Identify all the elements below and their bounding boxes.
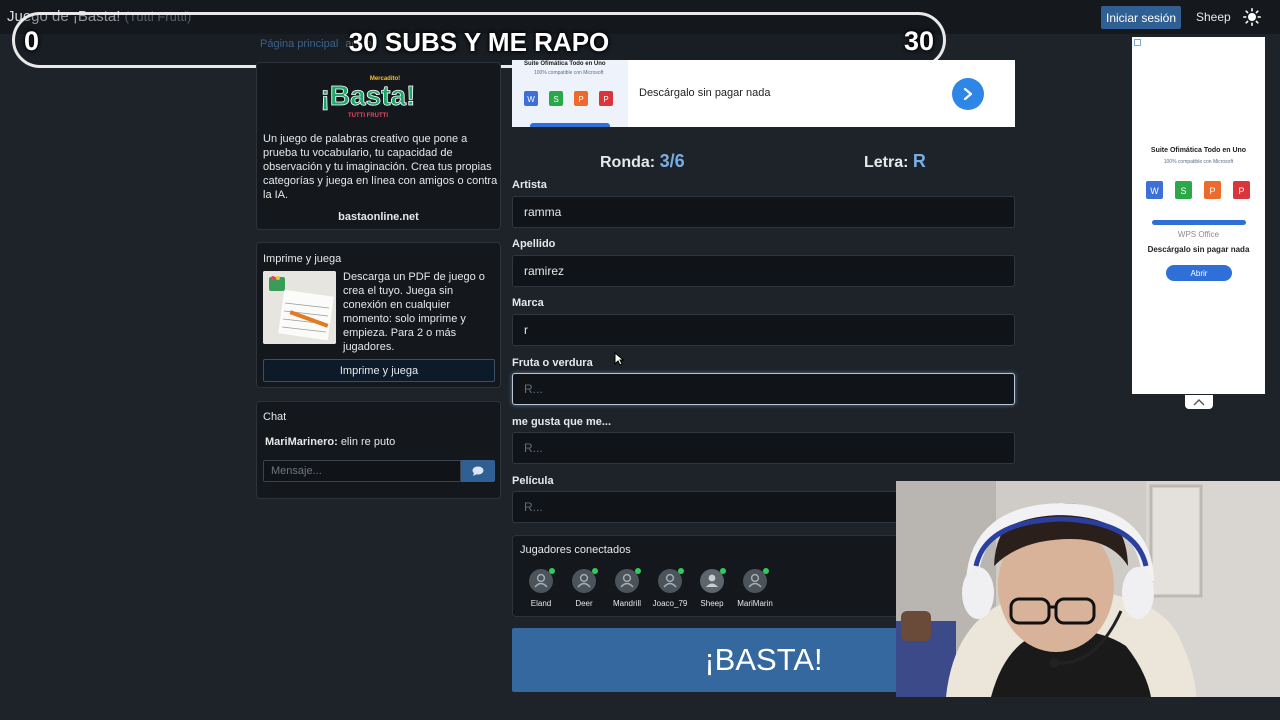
subs-goal-text: 30 SUBS Y ME RAPO [348,27,610,57]
category-label-apellido: Apellido [512,238,556,250]
player-name: Joaco_79 [652,599,688,608]
svg-text:¡Basta!: ¡Basta! [321,80,416,111]
category-input-artista[interactable] [512,196,1015,228]
ad-right-brand: WPS Office [1177,230,1220,239]
subs-goal-count: 30 [903,26,934,56]
round-indicator: Ronda: 3/6 [600,151,685,172]
ad-banner-right[interactable]: Suite Ofimática Todo en Uno 100% compati… [1132,37,1265,394]
chat-heading: Chat [263,411,287,423]
ad-right-title: Suite Ofimática Todo en Uno [1150,147,1247,154]
category-input-fruta[interactable] [512,373,1015,405]
office-apps-icon: W S P P [1146,181,1250,199]
svg-text:P: P [1209,186,1215,196]
player-item[interactable]: Deer [562,568,606,608]
round-value: 3/6 [659,151,685,171]
webcam-video-image [896,481,1280,697]
svg-text:P: P [1238,186,1244,196]
user-avatar-icon [572,568,598,593]
chat-bubble-icon [472,466,484,476]
player-item[interactable]: MariMarin [733,568,777,608]
ad-office-strip: Suite Ofimática Todo en Uno 100% compati… [512,60,628,127]
chat-input[interactable] [263,460,461,482]
online-status-dot [763,568,769,574]
ad-right-progress [1152,220,1246,225]
user-avatar-icon [658,568,684,593]
ad-top-text: Descárgalo sin pagar nada [639,87,771,99]
svg-text:P: P [578,95,583,104]
ad-top-arrow-button[interactable] [952,78,984,110]
chat-card: Chat MariMarinero: elin re puto [256,401,501,499]
online-status-dot [720,568,726,574]
chat-message: MariMarinero: elin re puto [265,436,395,448]
letter-label: Letra: [864,154,909,171]
basta-logo: Mercadito! ¡Basta! TUTTI FRUTTI [320,76,416,119]
category-label-artista: Artista [512,179,547,191]
letter-value: R [912,151,926,171]
online-status-dot [678,568,684,574]
print-description: Descarga un PDF de juego o crea el tuyo.… [343,271,485,353]
site-link[interactable]: bastaonline.net [257,211,500,223]
ad-right-text: Descárgalo sin pagar nada [1147,245,1250,254]
online-status-dot [635,568,641,574]
ad-banner-top[interactable]: Suite Ofimática Todo en Uno 100% compati… [512,60,1015,127]
player-item[interactable]: Joaco_79 [648,568,692,608]
print-preview-image[interactable] [263,271,336,344]
login-button[interactable]: Iniciar sesión [1101,6,1181,29]
category-label-me-gusta: me gusta que me... [512,416,612,428]
player-name: Mandrill [612,599,641,608]
player-name: Sheep [700,599,724,608]
ad-right-subtitle: 100% compatible con Microsoft [1163,159,1234,165]
category-input-me-gusta[interactable] [512,432,1015,464]
player-name: Deer [575,599,593,608]
ad-strip-title: Suite Ofimática Todo en Uno [524,61,606,67]
category-label-fruta: Fruta o verdura [512,357,593,369]
player-name: MariMarin [737,599,773,608]
letter-indicator: Letra: R [864,151,926,172]
webcam-overlay [896,481,1280,697]
ad-strip-button [530,123,610,127]
user-avatar-icon [615,568,641,593]
ad-info-icon[interactable] [1134,39,1141,46]
svg-text:W: W [1150,186,1159,196]
office-apps-icon: W S P P [524,91,613,106]
category-label-marca: Marca [512,297,544,309]
ad-collapse-button[interactable] [1185,395,1213,409]
online-status-dot [549,568,555,574]
svg-text:S: S [553,95,558,104]
category-input-apellido[interactable] [512,255,1015,287]
user-avatar-icon [529,568,555,593]
online-status-dot [592,568,598,574]
round-label: Ronda: [600,154,656,171]
player-item[interactable]: Eland [519,568,563,608]
ad-strip-subtitle: 100% compatible con Microsoft [534,70,604,76]
player-item[interactable]: Mandrill [605,568,649,608]
player-item[interactable]: Sheep [690,568,734,608]
mouse-cursor-icon [614,352,624,366]
sun-icon[interactable] [1243,8,1261,26]
user-avatar-icon [743,568,769,593]
svg-text:W: W [527,95,535,104]
intro-description: Un juego de palabras creativo que pone a… [263,133,498,201]
print-card: Imprime y juega Descarga un PDF de juego… [256,242,501,388]
player-name: Eland [530,599,552,608]
print-button[interactable]: Imprime y juega [263,359,495,382]
category-label-pelicula: Película [512,475,554,487]
chat-send-button[interactable] [461,460,495,482]
chat-message-text: elin re puto [340,436,396,448]
chevron-up-icon [1193,399,1205,406]
chat-message-user: MariMarinero: [265,436,338,448]
players-heading: Jugadores conectados [520,544,631,556]
print-heading: Imprime y juega [263,253,342,265]
user-menu[interactable]: Sheep [1196,10,1231,24]
svg-text:TUTTI FRUTTI: TUTTI FRUTTI [348,113,388,119]
intro-card: Mercadito! ¡Basta! TUTTI FRUTTI Un juego… [256,62,501,230]
svg-text:P: P [603,95,608,104]
category-input-marca[interactable] [512,314,1015,346]
ad-right-open-button[interactable]: Abrir [1166,265,1232,281]
user-avatar-icon [700,568,726,593]
chevron-right-icon [963,87,973,101]
svg-text:S: S [1180,186,1186,196]
